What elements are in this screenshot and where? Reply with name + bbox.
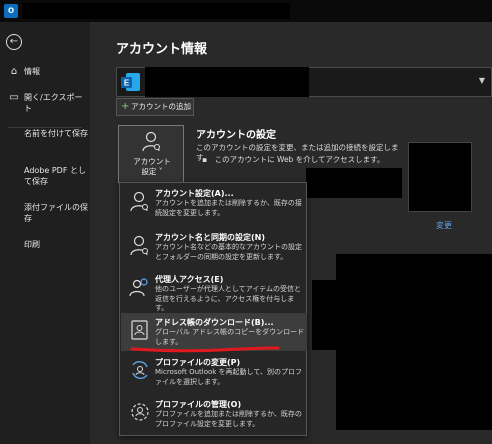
sidebar-item-print[interactable]: 印刷 xyxy=(24,239,88,250)
add-account-label: アカウントの追加 xyxy=(131,102,191,111)
change-photo-link[interactable]: 変更 xyxy=(436,220,452,231)
user-gear-icon xyxy=(130,191,148,212)
web-access-bullet: ▪ このアカウントに Web を介してアクセスします。 xyxy=(202,155,385,164)
menu-item-description: 他のユーザーが代理人としてアイテムの受信と返信を行えるように、アクセス権を付与し… xyxy=(155,285,301,312)
menu-item-delegate-access[interactable]: 代理人アクセス(E) 他のユーザーが代理人としてアイテムの受信と返信を行えるよう… xyxy=(121,270,307,313)
manage-profiles-icon xyxy=(131,403,149,421)
menu-item-title: アカウント設定(A)... xyxy=(155,189,234,198)
account-selector[interactable]: E ▼ xyxy=(116,67,492,97)
sidebar-item-save-as[interactable]: 名前を付けて保存 xyxy=(24,128,88,139)
svg-text:E: E xyxy=(124,79,130,88)
menu-item-description: アカウント名などの基本的なアカウントの設定とフォルダーの同期の設定を更新します。 xyxy=(155,243,302,261)
account-settings-heading: アカウントの設定 xyxy=(196,130,276,141)
user-gear-icon xyxy=(142,131,160,152)
menu-item-change-profile[interactable]: プロファイルの変更(P) Microsoft Outlook を再起動して、別の… xyxy=(121,353,307,395)
backstage-sidebar: ← ⌂ 情報 ▭ 開く/エクスポート 名前を付けて保存 Adobe PDF とし… xyxy=(0,22,90,444)
account-settings-button[interactable]: アカウント 設定 ˅ xyxy=(118,125,184,183)
menu-item-title: アドレス帳のダウンロード(B)... xyxy=(155,318,274,327)
back-arrow-icon[interactable]: ← xyxy=(6,34,22,50)
menu-item-account-name-sync[interactable]: アカウント名と同期の設定(N) アカウント名などの基本的なアカウントの設定とフォ… xyxy=(121,228,307,270)
redacted-title xyxy=(22,3,290,19)
menu-item-title: プロファイルの変更(P) xyxy=(155,358,241,367)
redacted-account-name xyxy=(145,67,309,97)
folder-icon: ▭ xyxy=(9,92,19,103)
user-gear-icon xyxy=(130,235,148,256)
address-book-icon xyxy=(131,320,148,340)
sidebar-item-save-attachments[interactable]: 添付ファイルの保存 xyxy=(24,202,88,224)
menu-item-description: アカウントを追加または削除するか、既存の接続設定を変更します。 xyxy=(155,199,302,217)
redacted-url xyxy=(306,168,402,198)
add-account-button[interactable]: + アカウントの追加 xyxy=(116,98,194,116)
menu-item-title: 代理人アクセス(E) xyxy=(155,275,224,284)
page-title: アカウント情報 xyxy=(116,42,208,57)
change-profile-icon xyxy=(132,361,148,379)
chevron-down-icon: ▼ xyxy=(478,76,485,85)
account-settings-menu: アカウント設定(A)... アカウントを追加または削除するか、既存の接続設定を変… xyxy=(119,182,307,436)
menu-item-manage-profiles[interactable]: プロファイルの管理(O) プロファイルを追加または削除するか、既存のプロファイル… xyxy=(121,395,307,435)
exchange-icon: E xyxy=(121,73,140,91)
menu-item-account-settings[interactable]: アカウント設定(A)... アカウントを追加または削除するか、既存の接続設定を変… xyxy=(121,184,307,228)
menu-item-title: アカウント名と同期の設定(N) xyxy=(155,233,266,242)
sidebar-item-save-adobe-pdf[interactable]: Adobe PDF として保存 xyxy=(24,165,88,187)
menu-item-description: Microsoft Outlook を再起動して、別のプロファイルを選択します。 xyxy=(155,368,303,386)
outlook-logo-icon: o xyxy=(4,4,18,18)
plus-icon: + xyxy=(121,101,130,112)
tile-label-line2: 設定 ˅ xyxy=(141,167,163,176)
title-bar: o xyxy=(0,0,492,22)
redacted-region xyxy=(336,254,492,430)
account-settings-label: アカウント 設定 ˅ xyxy=(121,157,183,177)
profile-picture xyxy=(408,142,472,212)
menu-item-description: プロファイルを追加または削除するか、既存のプロファイル設定を変更します。 xyxy=(155,410,302,428)
sidebar-item-label: 情報 xyxy=(24,67,40,76)
redacted-region xyxy=(312,280,342,350)
annotation-underline xyxy=(130,346,280,353)
home-icon: ⌂ xyxy=(10,66,18,77)
users-icon xyxy=(129,278,148,297)
menu-item-title: プロファイルの管理(O) xyxy=(155,400,242,409)
sidebar-item-label: 開く/エクスポート xyxy=(24,93,83,113)
tile-label-line1: アカウント xyxy=(133,157,171,166)
